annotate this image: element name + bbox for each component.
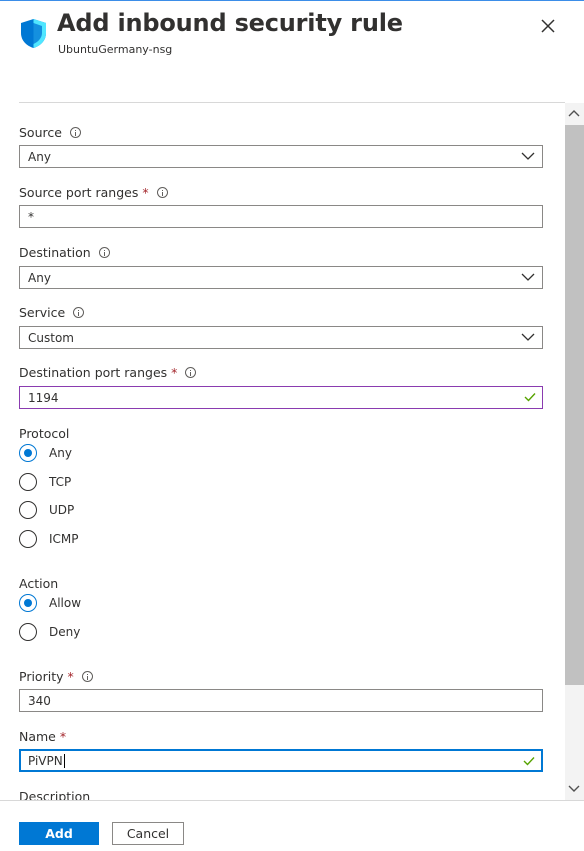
add-button[interactable]: Add bbox=[19, 822, 99, 845]
action-radio-allow[interactable]: Allow bbox=[19, 594, 81, 612]
info-icon[interactable] bbox=[81, 671, 93, 682]
protocol-radio-udp[interactable]: UDP bbox=[19, 501, 74, 519]
required-mark: * bbox=[142, 185, 149, 200]
page-title: Add inbound security rule bbox=[57, 9, 403, 37]
radio-icon[interactable] bbox=[19, 501, 37, 519]
form-scroll-area: Source Any Source port ranges * * Destin… bbox=[0, 103, 565, 800]
protocol-radio-icmp[interactable]: ICMP bbox=[19, 530, 79, 548]
info-icon[interactable] bbox=[98, 247, 110, 258]
info-icon[interactable] bbox=[185, 367, 197, 378]
radio-icon[interactable] bbox=[19, 623, 37, 641]
chevron-down-icon bbox=[521, 152, 535, 160]
shield-icon bbox=[21, 19, 46, 48]
checkmark-icon bbox=[524, 393, 536, 402]
info-icon[interactable] bbox=[156, 187, 168, 198]
source-select[interactable]: Any bbox=[19, 145, 543, 168]
source-port-ranges-label: Source port ranges * bbox=[19, 185, 168, 200]
panel-header: Add inbound security rule UbuntuGermany-… bbox=[0, 0, 584, 80]
info-icon[interactable] bbox=[73, 307, 85, 318]
destination-select[interactable]: Any bbox=[19, 266, 543, 289]
info-icon[interactable] bbox=[69, 127, 81, 138]
required-mark: * bbox=[59, 729, 67, 744]
source-port-ranges-input[interactable]: * bbox=[19, 205, 543, 228]
protocol-radio-any[interactable]: Any bbox=[19, 444, 72, 462]
action-radio-deny[interactable]: Deny bbox=[19, 623, 80, 641]
service-label: Service bbox=[19, 305, 85, 320]
checkmark-icon bbox=[523, 757, 535, 766]
text-caret bbox=[63, 753, 65, 768]
scroll-down-icon[interactable] bbox=[567, 781, 581, 795]
priority-input[interactable]: 340 bbox=[19, 689, 543, 712]
radio-selected-icon[interactable] bbox=[19, 444, 37, 462]
protocol-label: Protocol bbox=[19, 426, 70, 441]
description-label: Description bbox=[19, 789, 91, 800]
chevron-down-icon bbox=[521, 273, 535, 281]
name-label: Name * bbox=[19, 729, 67, 744]
service-select[interactable]: Custom bbox=[19, 326, 543, 349]
scroll-up-icon[interactable] bbox=[567, 107, 581, 121]
destination-label: Destination bbox=[19, 245, 110, 260]
scrollbar-thumb[interactable] bbox=[565, 125, 584, 685]
name-input[interactable]: PiVPN bbox=[19, 749, 543, 772]
cancel-button[interactable]: Cancel bbox=[112, 822, 184, 845]
protocol-radio-tcp[interactable]: TCP bbox=[19, 473, 71, 491]
chevron-down-icon bbox=[521, 333, 535, 341]
action-label: Action bbox=[19, 576, 59, 591]
close-icon[interactable] bbox=[538, 16, 558, 36]
radio-selected-icon[interactable] bbox=[19, 594, 37, 612]
required-mark: * bbox=[171, 365, 178, 380]
source-label: Source bbox=[19, 125, 81, 140]
page-subtitle: UbuntuGermany-nsg bbox=[58, 43, 173, 56]
destination-port-ranges-label: Destination port ranges * bbox=[19, 365, 197, 380]
destination-port-ranges-input[interactable]: 1194 bbox=[19, 386, 543, 409]
priority-label: Priority * bbox=[19, 669, 93, 684]
radio-icon[interactable] bbox=[19, 473, 37, 491]
required-mark: * bbox=[67, 669, 74, 684]
radio-icon[interactable] bbox=[19, 530, 37, 548]
panel-footer: Add Cancel bbox=[0, 800, 584, 851]
